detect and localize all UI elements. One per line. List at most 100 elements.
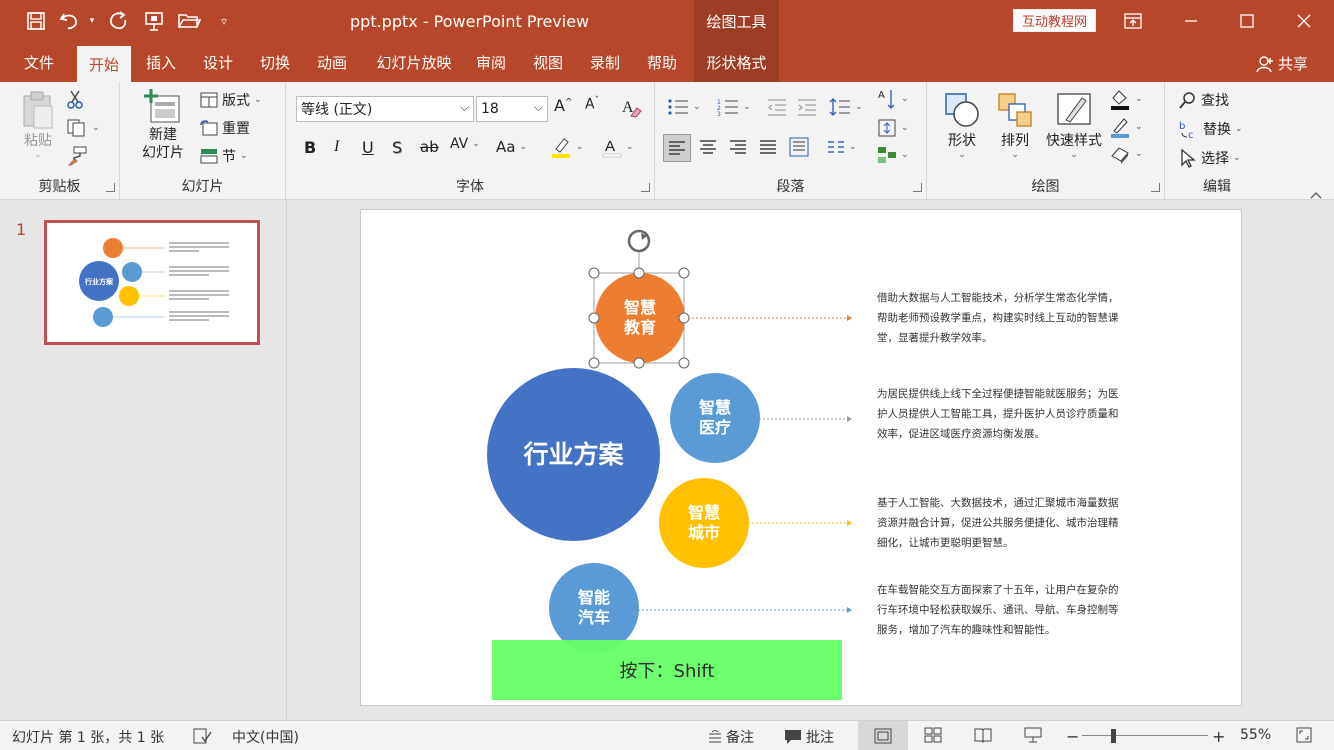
customize-toolbar-icon[interactable]: ▿ [216,8,232,34]
shrink-font-button[interactable]: Aˇ [585,96,599,113]
align-left-button[interactable] [663,134,691,162]
increase-indent-button[interactable] [797,98,817,116]
undo-dropdown-icon[interactable]: ▾ [86,8,98,34]
arrange-button[interactable]: 排列 ⌄ [993,90,1037,160]
char-spacing-button[interactable]: AV ⌄ [450,136,480,152]
tab-help[interactable]: 帮助 [638,43,686,82]
bullets-button[interactable]: ⌄ [667,98,701,116]
language-indicator[interactable]: 中文(中国) [232,727,299,747]
undo-icon[interactable] [58,8,82,34]
slide-sorter-button[interactable] [924,727,942,743]
tab-view[interactable]: 视图 [524,43,572,82]
align-right-button[interactable] [729,139,747,155]
tab-animations[interactable]: 动画 [308,43,356,82]
justify-button[interactable] [759,139,777,155]
quick-styles-button[interactable]: 快速样式 ⌄ [1041,90,1107,160]
tab-file[interactable]: 文件 [16,43,62,82]
circle-medical[interactable]: 智慧 医疗 [670,373,760,463]
zoom-level[interactable]: 55% [1240,727,1271,743]
redo-icon[interactable] [106,8,130,34]
copy-button[interactable]: ⌄ [66,118,100,138]
promo-badge[interactable]: 互动教程网 [1013,9,1096,32]
font-size-select[interactable]: 18 ⌵ [476,96,548,122]
reset-button[interactable]: 重置 [200,118,250,138]
circle-city[interactable]: 智慧 城市 [659,478,749,568]
minimize-icon[interactable] [1176,6,1206,36]
font-name-select[interactable]: 等线 (正文) ⌵ [296,96,474,122]
paste-button[interactable]: 粘贴 ⌄ [16,90,60,160]
tab-design[interactable]: 设计 [194,43,242,82]
tab-insert[interactable]: 插入 [137,43,185,82]
new-slide-button[interactable]: 新建 幻灯片 [130,88,196,162]
save-icon[interactable] [24,8,48,34]
ribbon-display-icon[interactable] [1118,6,1148,36]
notes-button[interactable]: 备注 [708,727,754,747]
clear-format-button[interactable]: A [620,96,642,118]
accessibility-icon[interactable] [192,727,212,745]
layout-button[interactable]: 版式 ⌄ [200,90,262,110]
distributed-button[interactable] [789,137,809,157]
change-case-button[interactable]: Aa ⌄ [496,138,527,156]
bold-button[interactable]: B [304,138,316,157]
font-color-button[interactable]: A ⌄ [602,136,634,158]
find-button[interactable]: 查找 [1179,90,1229,110]
zoom-slider[interactable] [1082,735,1208,736]
presenter-icon[interactable] [142,8,166,34]
fit-slide-button[interactable] [1296,727,1312,743]
line-spacing-button[interactable]: ⌄ [829,98,863,116]
decrease-indent-button[interactable] [767,98,787,116]
open-folder-icon[interactable] [176,8,202,34]
reading-view-button[interactable] [974,727,992,743]
section-button[interactable]: 节 ⌄ [200,146,248,166]
font-launcher-icon[interactable] [641,183,650,192]
numbering-button[interactable]: 1 2 3 ⌄ [717,98,751,116]
share-button[interactable]: 共享 [1256,53,1308,74]
smartart-button[interactable]: ⌄ [877,146,909,164]
replace-button[interactable]: bc 替换 ⌄ [1179,119,1243,139]
paragraph-launcher-icon[interactable] [913,183,922,192]
tab-slideshow[interactable]: 幻灯片放映 [366,43,462,82]
collapse-ribbon-icon[interactable] [1310,187,1322,199]
normal-view-button[interactable] [858,721,908,750]
zoom-in-button[interactable]: + [1212,727,1225,746]
slide-thumbnail[interactable]: 行业方案 [44,220,260,345]
zoom-slider-thumb[interactable] [1111,729,1116,743]
desc-medical[interactable]: 为居民提供线上线下全过程便捷智能就医服务；为医护人员提供人工智能工具，提升医护人… [877,384,1125,444]
highlight-button[interactable]: ⌄ [550,136,584,158]
group-clipboard: 粘贴 ⌄ ⌄ 剪贴板 [0,82,120,200]
format-painter-button[interactable] [66,146,88,166]
text-shadow-button[interactable]: S [392,138,402,157]
align-center-button[interactable] [699,139,717,155]
clipboard-launcher-icon[interactable] [106,183,115,192]
shapes-button[interactable]: 形状 ⌄ [939,90,985,160]
text-direction-button[interactable]: A ⌄ [877,88,909,110]
comments-button[interactable]: 批注 [784,727,834,747]
shape-fill-button[interactable]: ⌄ [1109,88,1143,110]
desc-car[interactable]: 在车载智能交互方面探索了十五年，让用户在复杂的行车环境中轻松获取娱乐、通讯、导航… [877,580,1125,640]
tab-review[interactable]: 审阅 [467,43,515,82]
select-button[interactable]: 选择 ⌄ [1179,148,1241,168]
slide-canvas[interactable]: 行业方案 智慧 教育 智慧 医疗 智慧 城市 智能 汽车 借助大数据与人工智能技… [360,209,1242,706]
tab-record[interactable]: 录制 [581,43,629,82]
maximize-icon[interactable] [1232,6,1262,36]
tab-transitions[interactable]: 切换 [251,43,299,82]
tab-shape-format[interactable]: 形状格式 [694,43,779,82]
underline-button[interactable]: U [362,138,374,157]
zoom-out-button[interactable]: − [1066,727,1079,746]
slideshow-button[interactable] [1024,727,1042,743]
close-icon[interactable] [1289,6,1319,36]
italic-button[interactable]: I [334,138,339,156]
tab-home[interactable]: 开始 [77,46,131,82]
desc-city[interactable]: 基于人工智能、大数据技术，通过汇聚城市海量数据资源并融合计算，促进公共服务便捷化… [877,493,1125,553]
shape-effects-button[interactable]: ⌄ [1109,144,1143,164]
columns-button[interactable]: ⌄ [827,139,857,155]
strikethrough-button[interactable]: ab [420,138,439,156]
grow-font-button[interactable]: A^ [554,96,573,115]
align-text-button[interactable]: ⌄ [877,118,909,138]
desc-education[interactable]: 借助大数据与人工智能技术，分析学生常态化学情，帮助老师预设教学重点，构建实时线上… [877,288,1125,348]
shape-outline-button[interactable]: ⌄ [1109,116,1143,138]
main-circle[interactable]: 行业方案 [487,368,660,541]
cut-button[interactable] [66,90,84,110]
selection-frame[interactable] [579,220,699,370]
drawing-launcher-icon[interactable] [1151,183,1160,192]
